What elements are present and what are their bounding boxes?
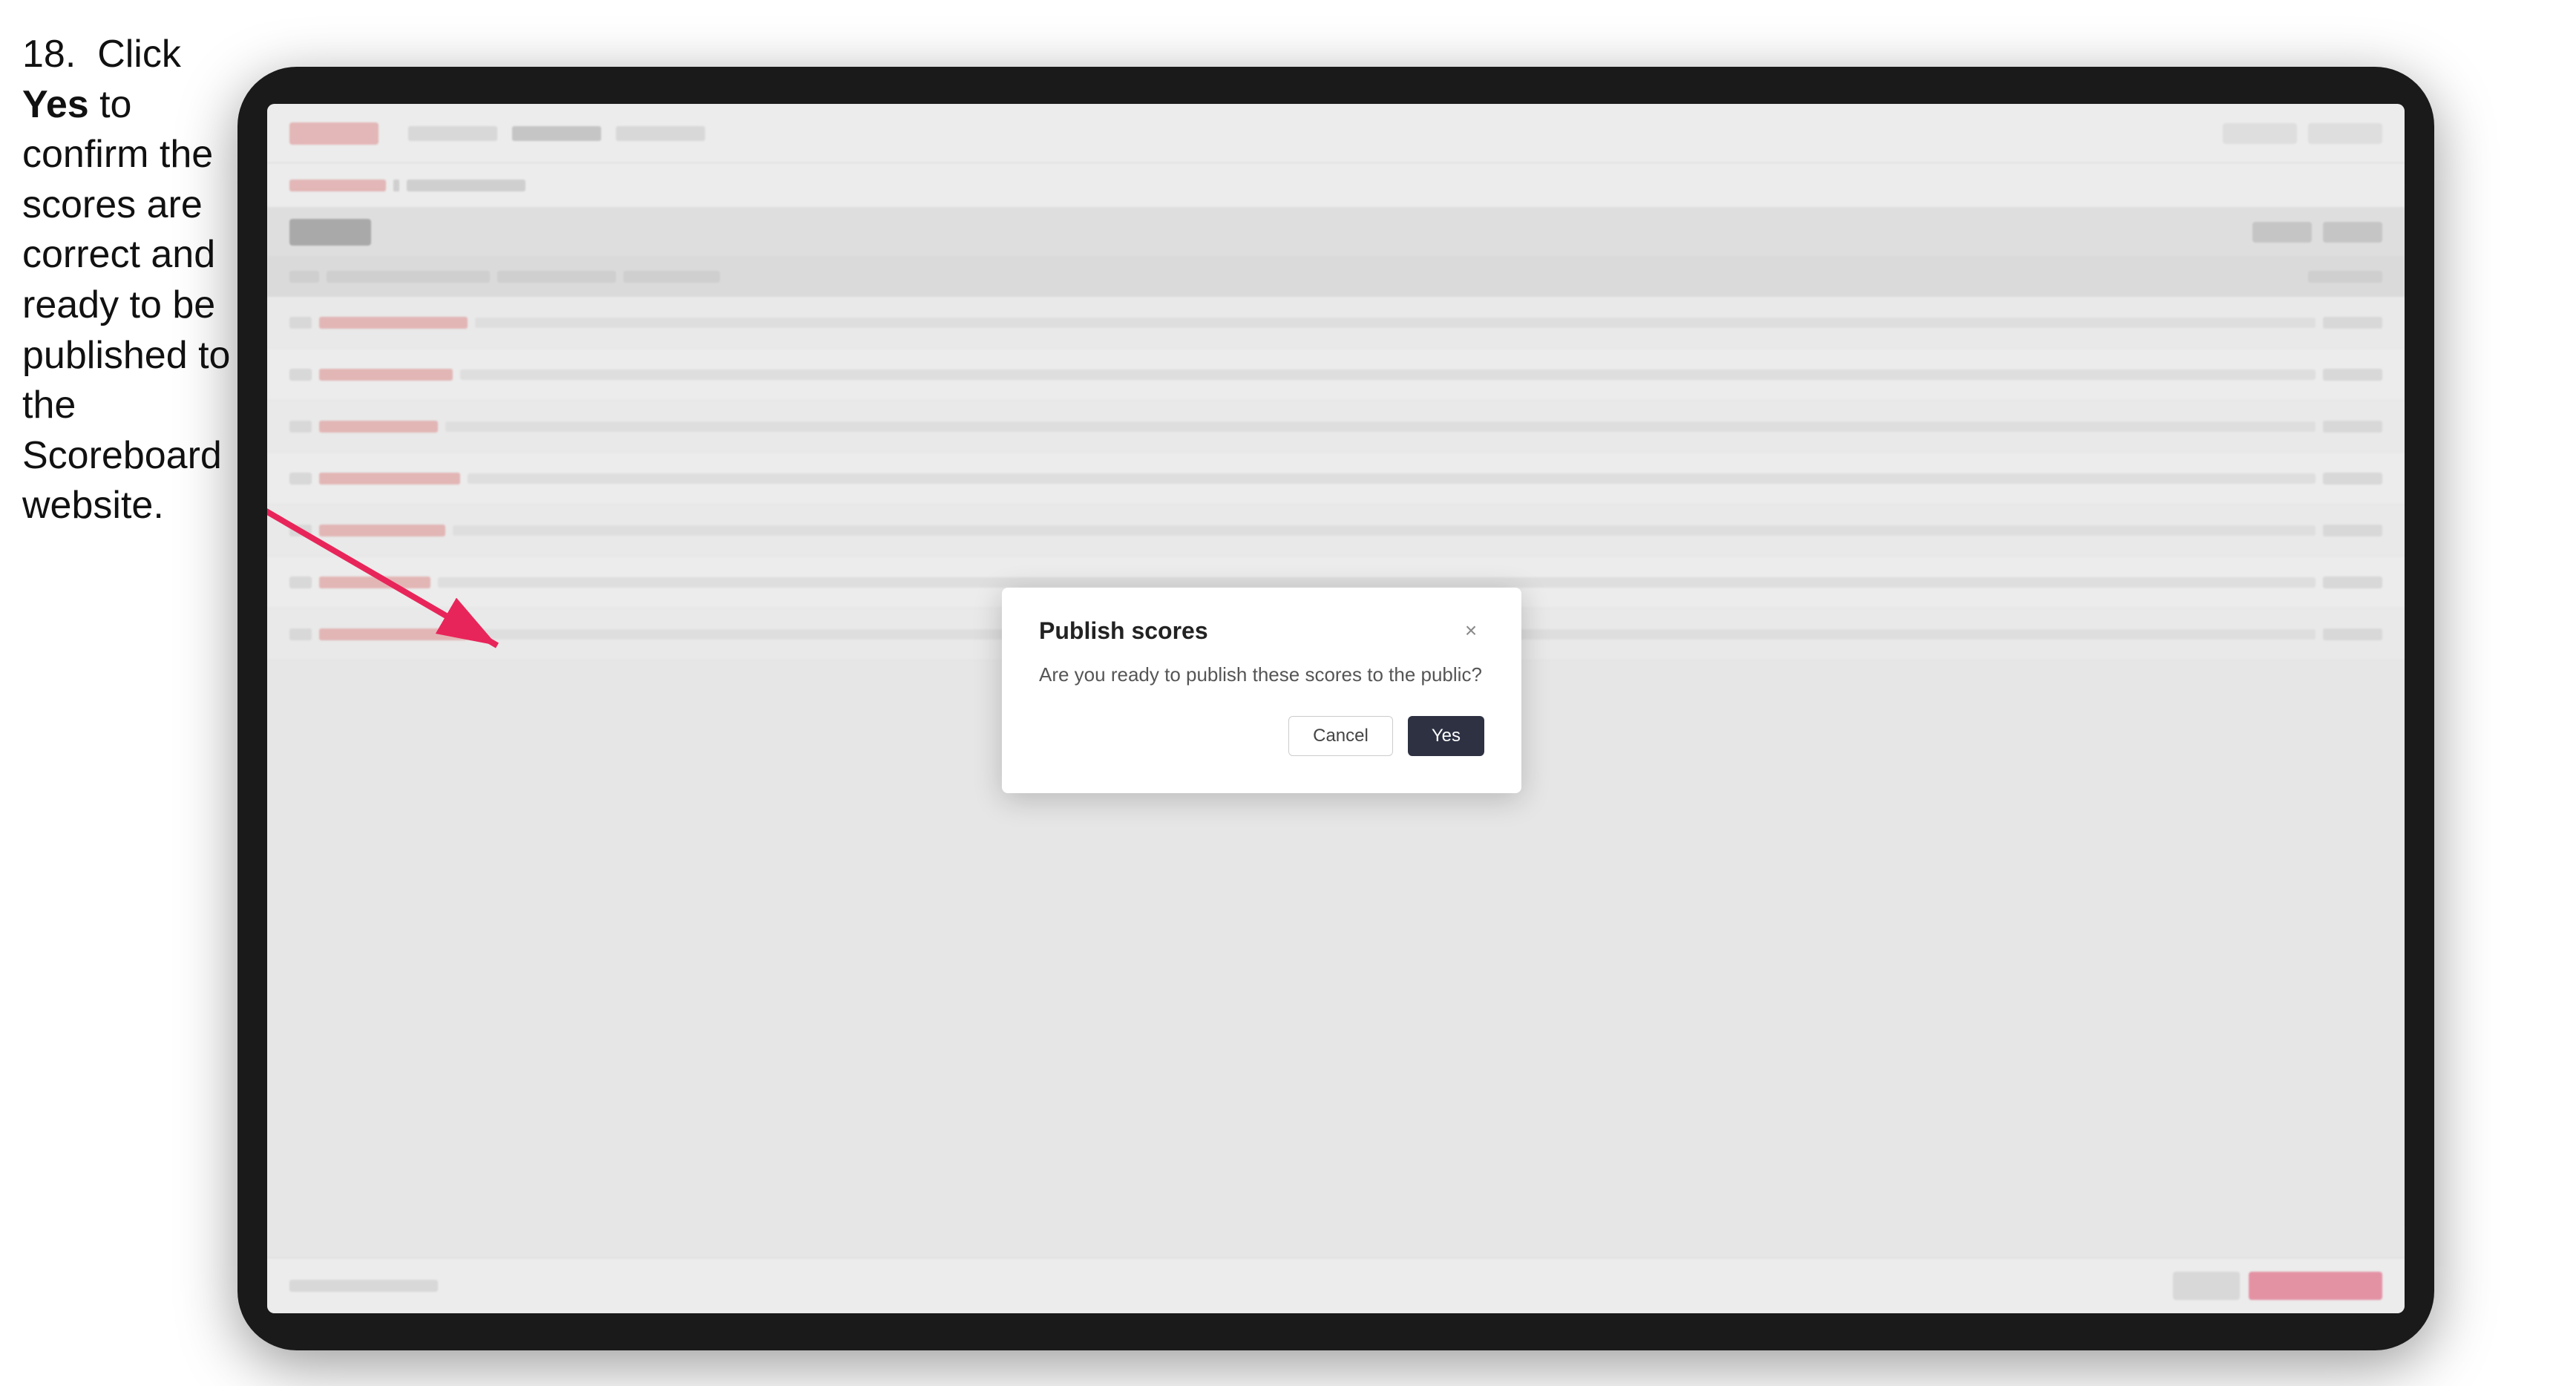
tablet-screen: Publish scores × Are you ready to publis… xyxy=(267,104,2405,1313)
tablet-frame: Publish scores × Are you ready to publis… xyxy=(237,67,2434,1350)
modal-header: Publish scores × xyxy=(1039,617,1484,645)
modal-title: Publish scores xyxy=(1039,617,1208,645)
yes-emphasis: Yes xyxy=(22,83,89,126)
yes-button[interactable]: Yes xyxy=(1408,716,1484,756)
arrow-svg xyxy=(267,401,735,772)
modal-overlay: Publish scores × Are you ready to publis… xyxy=(267,104,2405,1313)
modal-body-text: Are you ready to publish these scores to… xyxy=(1039,663,1484,686)
modal-dialog: Publish scores × Are you ready to publis… xyxy=(1002,588,1521,793)
modal-close-button[interactable]: × xyxy=(1458,617,1484,644)
instruction-text: 18. Click Yes to confirm the scores are … xyxy=(22,30,237,531)
modal-footer: Cancel Yes xyxy=(1039,716,1484,756)
cancel-button[interactable]: Cancel xyxy=(1288,716,1393,756)
step-number: 18. xyxy=(22,33,76,76)
